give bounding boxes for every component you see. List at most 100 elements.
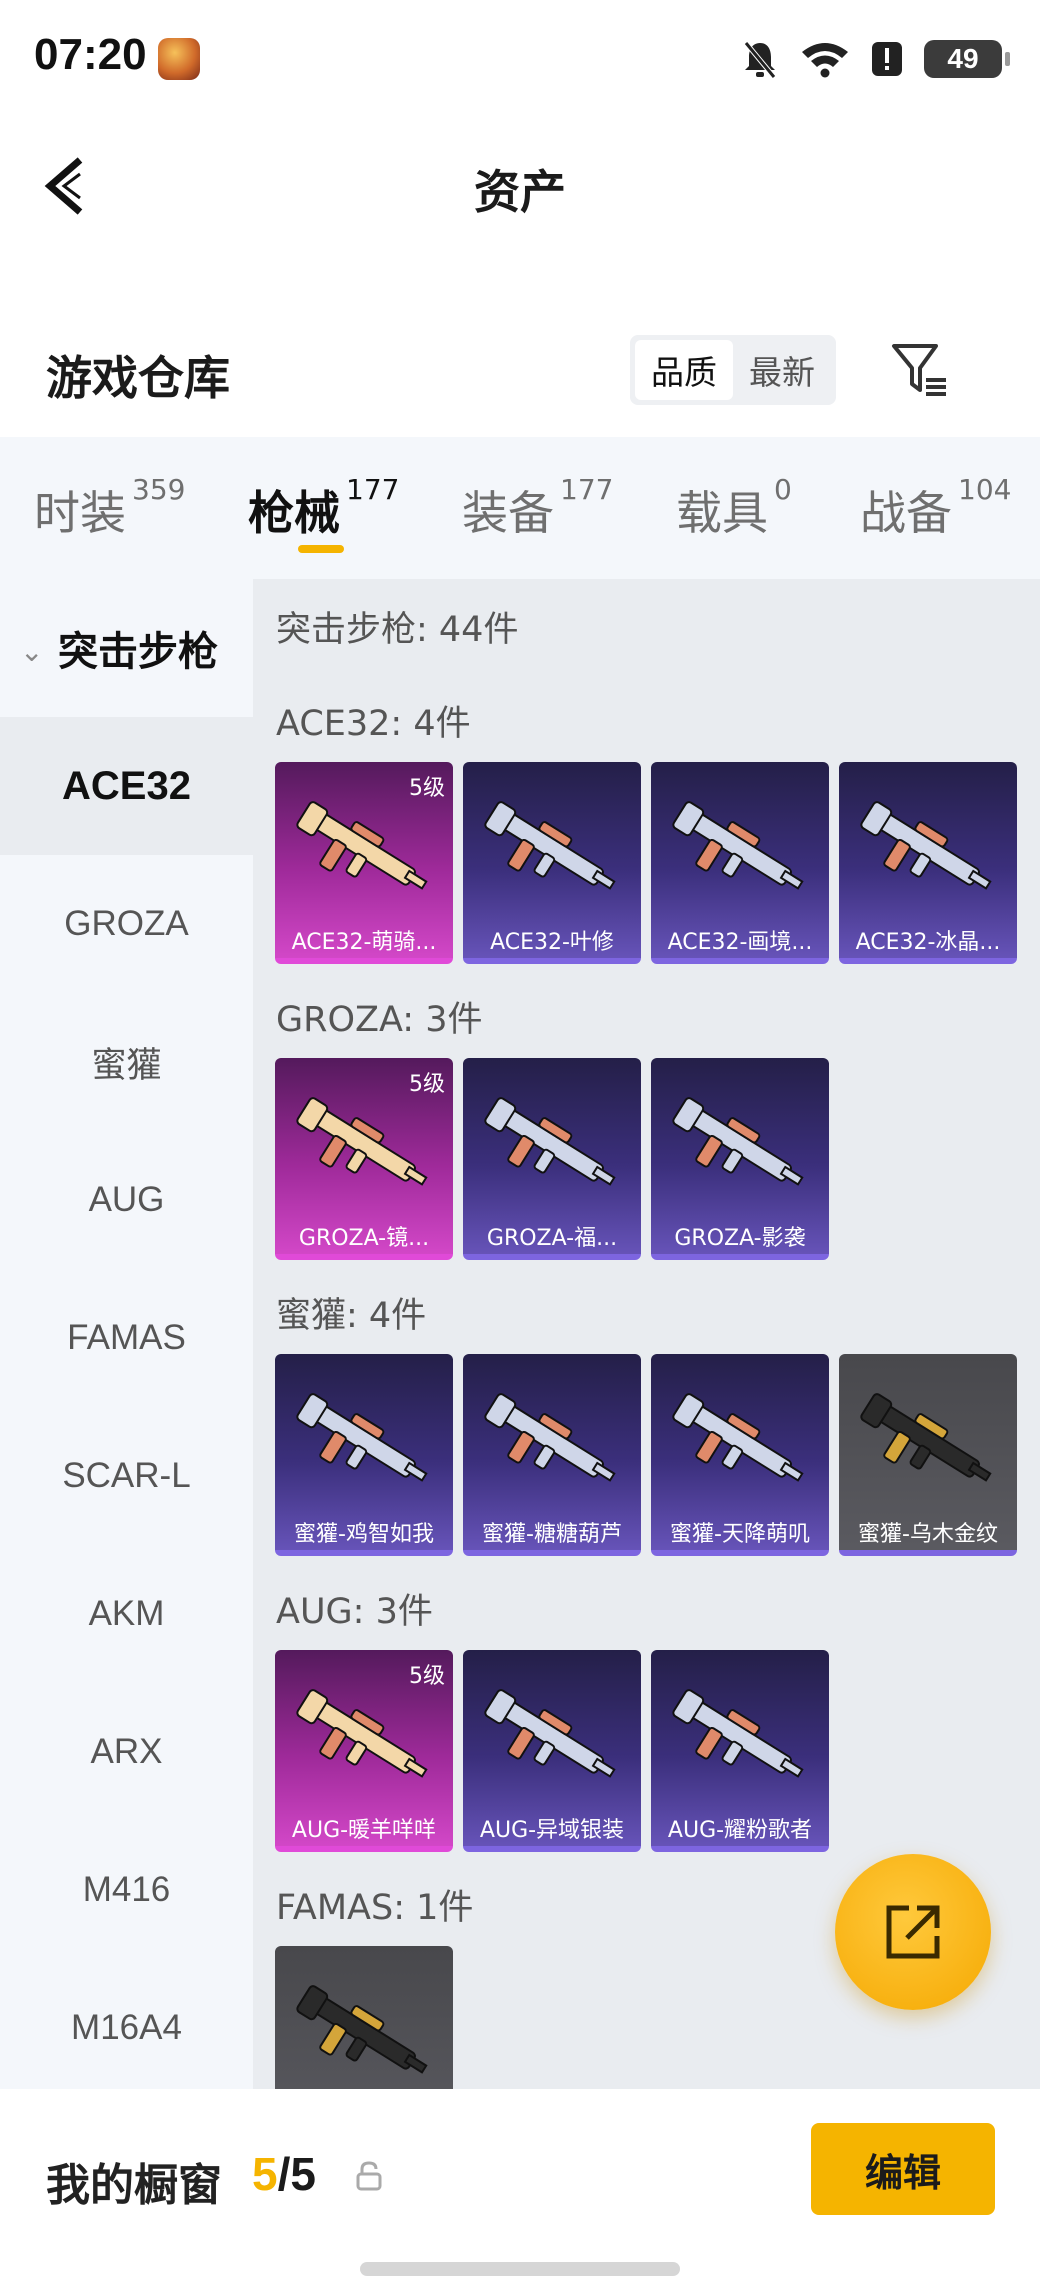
skin-card[interactable]: ACE32-冰晶... xyxy=(839,762,1017,964)
skin-name: 蜜獾-鸡智如我 xyxy=(294,1522,434,1547)
group-header: 蜜獾: 4件 xyxy=(276,1296,427,1336)
skin-card[interactable]: AUG-耀粉歌者 xyxy=(651,1650,829,1852)
tab-count: 177 xyxy=(346,473,400,506)
skin-name: AUG-暖羊咩咩 xyxy=(291,1818,437,1843)
sidebar-item-honey-badger[interactable]: 蜜獾 xyxy=(0,993,253,1131)
tab-vehicles[interactable]: 载具 0 xyxy=(676,473,792,543)
group-header: ACE32: 4件 xyxy=(276,704,471,744)
weapon-image xyxy=(860,1393,992,1482)
weapon-image xyxy=(484,801,616,890)
skin-card[interactable]: 蜜獾-天降萌叽 xyxy=(651,1354,829,1556)
skin-name: 蜜獾-乌木金纹 xyxy=(858,1522,998,1547)
tab-count: 177 xyxy=(560,473,614,506)
skin-grid: 5级 ACE32-萌骑... ACE32-叶修 ACE32-画境... ACE3… xyxy=(275,762,1017,964)
weapon-image xyxy=(484,1393,616,1482)
skin-level: 5级 xyxy=(409,1072,445,1097)
status-bar: 07:20 49 xyxy=(0,0,1040,120)
sort-option-quality[interactable]: 品质 xyxy=(635,340,733,400)
weapon-type-sidebar: ⌄ 突击步枪 ACE32 GROZA 蜜獾 AUG FAMAS SCAR-L A… xyxy=(0,579,253,2089)
status-icons: 49 xyxy=(742,34,1010,84)
tab-label: 时装 xyxy=(34,486,126,540)
weapon-image xyxy=(296,1097,428,1186)
tab-label: 战备 xyxy=(860,486,952,540)
sidebar-item-m16a4[interactable]: M16A4 xyxy=(0,1959,253,2097)
tab-label: 枪械 xyxy=(248,486,340,540)
skin-card[interactable]: AUG-异域银装 xyxy=(463,1650,641,1852)
skin-name: AUG-异域银装 xyxy=(479,1818,625,1843)
weapon-image xyxy=(296,1689,428,1778)
group-header: GROZA: 3件 xyxy=(276,1000,483,1040)
sidebar-item-famas[interactable]: FAMAS xyxy=(0,1269,253,1407)
warehouse-title: 游戏仓库 xyxy=(46,351,230,405)
sidebar-item-scar-l[interactable]: SCAR-L xyxy=(0,1407,253,1545)
skin-card[interactable]: ACE32-画境... xyxy=(651,762,829,964)
skin-card[interactable]: 蜜獾-乌木金纹 xyxy=(839,1354,1017,1556)
category-count: 突击步枪: 44件 xyxy=(276,610,519,650)
skin-card[interactable]: ACE32-叶修 xyxy=(463,762,641,964)
showcase-count: 5/5 xyxy=(252,2147,316,2201)
showcase-current: 5 xyxy=(252,2148,278,2200)
skin-name: AUG-耀粉歌者 xyxy=(667,1818,813,1843)
skin-card[interactable]: 5级 AUG-暖羊咩咩 xyxy=(275,1650,453,1852)
page-title: 资产 xyxy=(474,165,566,219)
skin-grid xyxy=(275,1946,453,2089)
skin-level: 5级 xyxy=(409,776,445,801)
sort-option-newest[interactable]: 最新 xyxy=(733,340,831,400)
skin-card[interactable]: 蜜獾-鸡智如我 xyxy=(275,1354,453,1556)
sidebar-item-aug[interactable]: AUG xyxy=(0,1131,253,1269)
sidebar-category-header[interactable]: ⌄ 突击步枪 xyxy=(0,579,253,719)
skin-name: 蜜獾-天降萌叽 xyxy=(670,1522,810,1547)
category-tabs: 时装 359 枪械 177 装备 177 载具 0 战备 104 xyxy=(0,437,1040,579)
lock-icon xyxy=(356,2161,382,2191)
group-header: FAMAS: 1件 xyxy=(276,1888,474,1928)
skin-grid: 蜜獾-鸡智如我 蜜獾-糖糖葫芦 蜜獾-天降萌叽 蜜獾-乌木金纹 xyxy=(275,1354,1017,1556)
showcase-separator: / xyxy=(277,2148,291,2200)
weapon-image xyxy=(672,801,804,890)
tab-weapons[interactable]: 枪械 177 xyxy=(248,473,399,543)
weapon-image xyxy=(484,1689,616,1778)
skin-card[interactable]: GROZA-影袭 xyxy=(651,1058,829,1260)
skin-card[interactable]: 5级 ACE32-萌骑... xyxy=(275,762,453,964)
tab-supplies[interactable]: 战备 104 xyxy=(860,473,1011,543)
weapon-image xyxy=(860,801,992,890)
skin-name: ACE32-萌骑... xyxy=(291,930,437,955)
share-button[interactable] xyxy=(835,1854,991,2010)
skin-card[interactable]: GROZA-福... xyxy=(463,1058,641,1260)
skin-level: 5级 xyxy=(409,1664,445,1689)
skin-name: GROZA-福... xyxy=(486,1226,618,1251)
group-header: AUG: 3件 xyxy=(276,1592,433,1632)
skin-card[interactable] xyxy=(275,1946,453,2089)
app-notification-icon xyxy=(158,38,200,80)
tab-label: 装备 xyxy=(462,486,554,540)
skin-grid: 5级 GROZA-镜... GROZA-福... GROZA-影袭 xyxy=(275,1058,829,1260)
sidebar-item-arx[interactable]: ARX xyxy=(0,1683,253,1821)
skin-name: ACE32-画境... xyxy=(667,930,813,955)
filter-icon[interactable] xyxy=(890,340,950,400)
weapon-image xyxy=(296,801,428,890)
tab-costume[interactable]: 时装 359 xyxy=(34,473,185,543)
sidebar-item-groza[interactable]: GROZA xyxy=(0,855,253,993)
weapon-image xyxy=(484,1097,616,1186)
skin-name: ACE32-叶修 xyxy=(490,930,614,955)
bell-muted-icon xyxy=(744,41,776,79)
edit-button[interactable]: 编辑 xyxy=(811,2123,995,2215)
weapon-image xyxy=(296,1985,428,2074)
tab-label: 载具 xyxy=(676,486,768,540)
skin-card[interactable]: 蜜獾-糖糖葫芦 xyxy=(463,1354,641,1556)
tab-equipment[interactable]: 装备 177 xyxy=(462,473,613,543)
sidebar-item-ace32[interactable]: ACE32 xyxy=(0,717,253,855)
share-icon xyxy=(886,1905,940,1959)
skin-name: ACE32-冰晶... xyxy=(855,930,1001,955)
tab-count: 104 xyxy=(958,473,1012,506)
sidebar-category-label: 突击步枪 xyxy=(58,629,218,675)
skin-card[interactable]: 5级 GROZA-镜... xyxy=(275,1058,453,1260)
tab-count: 359 xyxy=(132,473,186,506)
weapon-image xyxy=(672,1393,804,1482)
home-indicator xyxy=(360,2262,680,2276)
skin-name: 蜜獾-糖糖葫芦 xyxy=(482,1522,622,1547)
showcase-title: 我的橱窗 xyxy=(46,2160,222,2211)
sidebar-item-akm[interactable]: AKM xyxy=(0,1545,253,1683)
showcase-total: 5 xyxy=(290,2148,316,2200)
skin-name: GROZA-镜... xyxy=(298,1226,430,1251)
sidebar-item-m416[interactable]: M416 xyxy=(0,1821,253,1959)
